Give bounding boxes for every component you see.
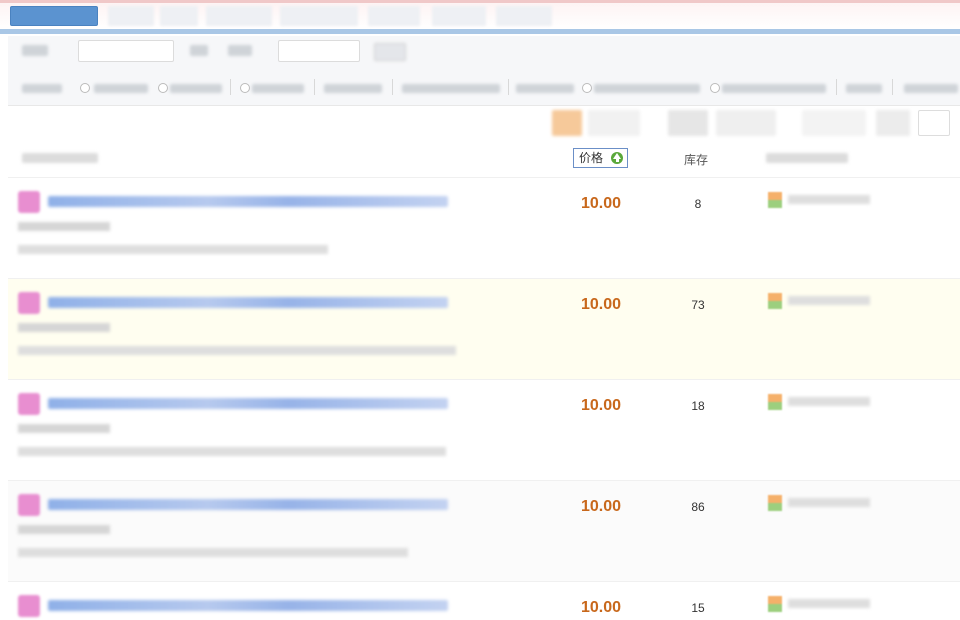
filter-option-10 — [904, 84, 958, 93]
divider — [392, 79, 393, 95]
tab-active[interactable] — [10, 6, 98, 26]
filter-label-3 — [228, 45, 252, 56]
arrow-up-icon — [611, 152, 623, 164]
filter-area — [8, 36, 960, 106]
table-row[interactable]: 10.00 8 — [8, 177, 960, 278]
filter-radio-2[interactable] — [158, 83, 168, 93]
divider — [230, 79, 231, 95]
page-info — [802, 110, 866, 136]
product-title-link[interactable] — [48, 499, 448, 510]
price-band — [556, 380, 740, 480]
tab-2[interactable] — [108, 6, 154, 26]
table-header: 价格 库存 — [0, 143, 960, 177]
search-button[interactable] — [374, 43, 406, 61]
product-meta — [18, 525, 110, 534]
table-row[interactable]: 10.00 73 — [8, 278, 960, 379]
price-value: 10.00 — [580, 397, 622, 414]
seller-name[interactable] — [788, 599, 870, 608]
seller-icon — [768, 495, 782, 511]
stock-value: 15 — [691, 601, 705, 615]
filter-input-1[interactable] — [78, 40, 174, 62]
product-title-link[interactable] — [48, 196, 448, 207]
header-seller-label — [766, 153, 848, 163]
filter-option-7 — [594, 84, 700, 93]
stock-value: 73 — [691, 298, 705, 312]
divider — [836, 79, 837, 95]
filter-option-4 — [324, 84, 382, 93]
product-desc — [18, 346, 456, 355]
filter-option-3 — [252, 84, 304, 93]
product-desc — [18, 447, 446, 456]
filter-label-2 — [190, 45, 208, 56]
product-desc — [18, 548, 408, 557]
page-jump-input[interactable] — [918, 110, 950, 136]
price-sort-label: 价格 — [579, 151, 604, 165]
price-value: 10.00 — [580, 498, 622, 515]
filter-option-8 — [722, 84, 826, 93]
product-title-link[interactable] — [48, 600, 448, 611]
price-value: 10.00 — [580, 296, 622, 313]
product-thumbnail[interactable] — [18, 595, 40, 617]
product-thumbnail[interactable] — [18, 393, 40, 415]
header-product-label — [22, 153, 98, 163]
price-sort-button[interactable]: 价格 — [573, 148, 628, 168]
seller-name[interactable] — [788, 397, 870, 406]
filter-option-6 — [516, 84, 574, 93]
filter-option-9 — [846, 84, 882, 93]
price-value: 10.00 — [580, 599, 622, 616]
price-value: 10.00 — [580, 195, 622, 212]
table-row[interactable]: 10.00 15 — [8, 581, 960, 620]
product-thumbnail[interactable] — [18, 292, 40, 314]
product-title-link[interactable] — [48, 297, 448, 308]
filter-radio-4[interactable] — [582, 83, 592, 93]
seller-name[interactable] — [788, 195, 870, 204]
stock-value: 8 — [694, 197, 702, 211]
pagination — [550, 110, 960, 138]
seller-name[interactable] — [788, 498, 870, 507]
filter-option-5 — [402, 84, 500, 93]
filter-label-1 — [22, 45, 48, 56]
stock-header: 库存 — [684, 153, 709, 167]
seller-icon — [768, 394, 782, 410]
stock-value: 86 — [691, 500, 705, 514]
divider — [314, 79, 315, 95]
seller-name[interactable] — [788, 296, 870, 305]
page-nav-next[interactable] — [716, 110, 776, 136]
stock-value: 18 — [691, 399, 705, 413]
seller-icon — [768, 293, 782, 309]
page-current[interactable] — [552, 110, 582, 136]
page-nav-prev[interactable] — [588, 110, 640, 136]
tab-8[interactable] — [496, 6, 552, 26]
product-meta — [18, 424, 110, 433]
table-row[interactable]: 10.00 18 — [8, 379, 960, 480]
divider — [892, 79, 893, 95]
page-jump-button[interactable] — [876, 110, 910, 136]
filter-radio-5[interactable] — [710, 83, 720, 93]
tab-5[interactable] — [280, 6, 358, 26]
tab-bar — [0, 0, 960, 34]
filter-options-label — [22, 84, 62, 93]
table-row[interactable]: 10.00 86 — [8, 480, 960, 581]
seller-icon — [768, 596, 782, 612]
tab-6[interactable] — [368, 6, 420, 26]
product-title-link[interactable] — [48, 398, 448, 409]
product-meta — [18, 323, 110, 332]
filter-radio-3[interactable] — [240, 83, 250, 93]
filter-option-1 — [94, 84, 148, 93]
tab-7[interactable] — [432, 6, 486, 26]
product-desc — [18, 245, 328, 254]
product-meta — [18, 222, 110, 231]
divider — [508, 79, 509, 95]
product-thumbnail[interactable] — [18, 494, 40, 516]
price-band — [556, 178, 740, 278]
tab-3[interactable] — [160, 6, 198, 26]
product-thumbnail[interactable] — [18, 191, 40, 213]
seller-icon — [768, 192, 782, 208]
tab-bar-accent — [0, 0, 960, 3]
page-nav-item[interactable] — [668, 110, 708, 136]
tab-4[interactable] — [206, 6, 272, 26]
filter-radio-1[interactable] — [80, 83, 90, 93]
filter-option-2 — [170, 84, 222, 93]
filter-input-2[interactable] — [278, 40, 360, 62]
